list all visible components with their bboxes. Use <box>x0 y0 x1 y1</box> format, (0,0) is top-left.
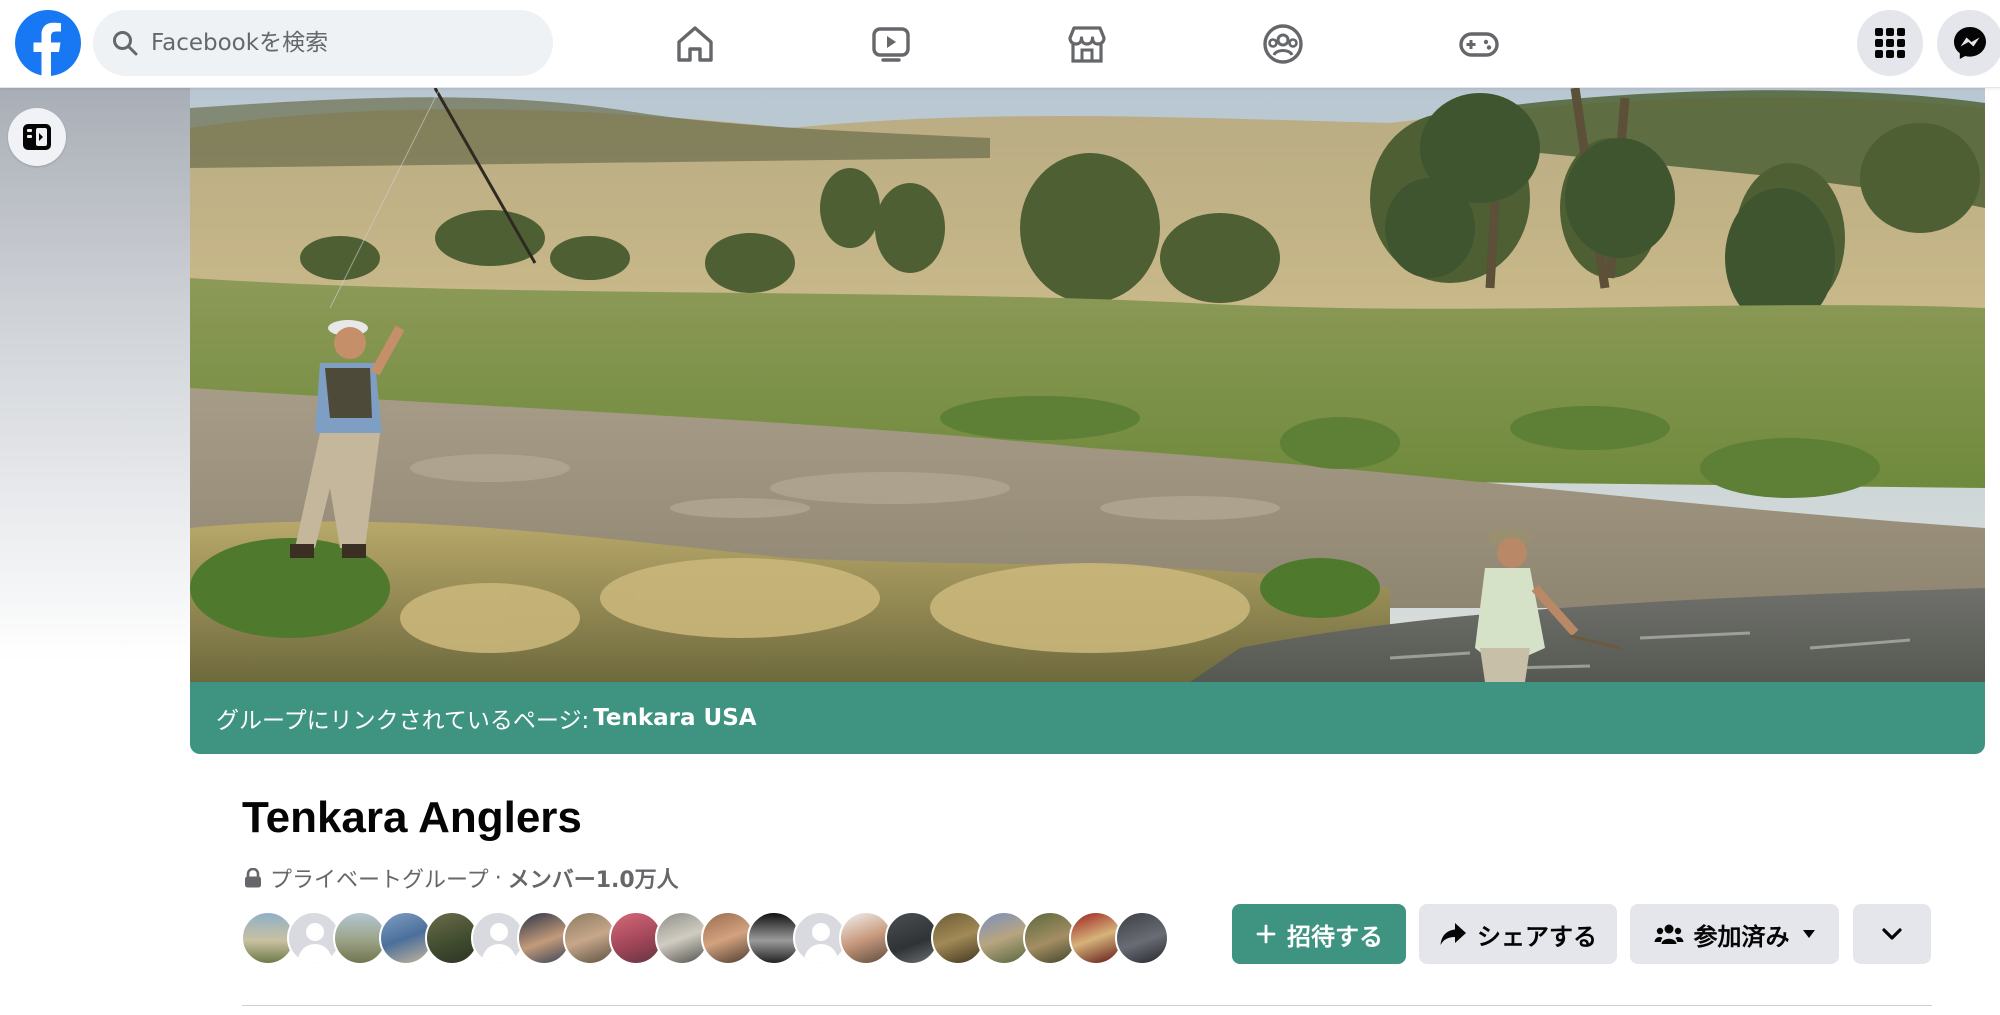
group-cover-photo[interactable] <box>190 88 1985 682</box>
messenger-icon[interactable] <box>1937 10 2000 76</box>
gaming-icon[interactable] <box>1449 14 1509 74</box>
left-rail-background <box>0 88 190 1015</box>
group-title[interactable]: Tenkara Anglers <box>242 793 582 843</box>
share-arrow-icon <box>1439 922 1467 946</box>
group-member-count[interactable]: メンバー1.0万人 <box>508 862 679 894</box>
menu-grid-icon[interactable] <box>1857 10 1923 76</box>
meta-separator: · <box>494 865 502 891</box>
share-label: シェアする <box>1477 922 1597 951</box>
lock-icon <box>245 868 261 888</box>
joined-button[interactable]: 参加済み <box>1630 904 1839 964</box>
top-navigation-bar <box>0 0 2000 88</box>
groups-icon[interactable] <box>1253 14 1313 74</box>
facebook-logo-icon[interactable] <box>15 10 81 76</box>
home-icon[interactable] <box>665 14 725 74</box>
linked-page-banner[interactable]: グループにリンクされているページ: Tenkara USA <box>190 682 1985 754</box>
search-icon <box>113 31 138 56</box>
joined-label: 参加済み <box>1693 922 1790 951</box>
header-divider <box>242 1005 1932 1006</box>
watch-icon[interactable] <box>861 14 921 74</box>
member-avatar[interactable] <box>1115 911 1169 965</box>
member-avatars[interactable] <box>241 911 1169 965</box>
group-meta: プライベートグループ · メンバー1.0万人 <box>244 862 679 894</box>
chevron-down-icon <box>1881 927 1903 941</box>
sidebar-toggle-icon[interactable] <box>8 108 66 166</box>
invite-button[interactable]: 招待する <box>1232 904 1406 964</box>
linked-page-prefix: グループにリンクされているページ: <box>216 708 590 734</box>
marketplace-icon[interactable] <box>1057 14 1117 74</box>
search-input[interactable] <box>151 10 541 76</box>
more-options-button[interactable] <box>1853 904 1931 964</box>
members-icon <box>1654 922 1684 946</box>
search-box[interactable] <box>93 10 553 76</box>
caret-down-icon <box>1802 929 1816 939</box>
share-button[interactable]: シェアする <box>1419 904 1617 964</box>
linked-page-name[interactable]: Tenkara USA <box>593 705 756 731</box>
plus-icon <box>1255 923 1277 945</box>
group-privacy[interactable]: プライベートグループ <box>270 862 489 894</box>
invite-label: 招待する <box>1287 922 1383 951</box>
